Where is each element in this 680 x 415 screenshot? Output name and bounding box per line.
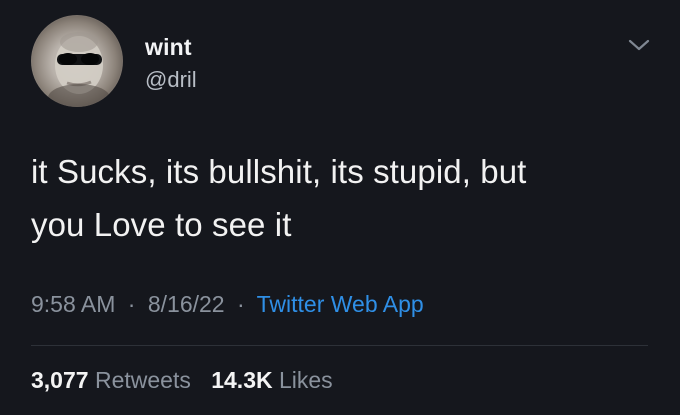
retweets-stat[interactable]: 3,077 Retweets xyxy=(31,367,197,393)
engagement-stats: 3,077 Retweets 14.3K Likes xyxy=(31,367,333,394)
likes-count: 14.3K xyxy=(211,367,273,393)
meta-separator-1: · xyxy=(127,291,136,317)
display-name[interactable]: wint xyxy=(145,34,192,61)
meta-separator-2: · xyxy=(236,291,245,317)
tweet-card: wint @dril it Sucks, its bullshit, its s… xyxy=(0,0,680,415)
retweets-label: Retweets xyxy=(94,367,191,393)
avatar-portrait-icon xyxy=(48,32,110,107)
tweet-source-link[interactable]: Twitter Web App xyxy=(257,291,424,317)
tweet-time[interactable]: 9:58 AM xyxy=(31,291,115,317)
likes-stat[interactable]: 14.3K Likes xyxy=(211,367,332,393)
likes-label: Likes xyxy=(278,367,333,393)
divider xyxy=(31,345,648,346)
tweet-meta: 9:58 AM · 8/16/22 · Twitter Web App xyxy=(31,291,424,318)
tweet-text: it Sucks, its bullshit, its stupid, but … xyxy=(31,145,621,251)
chevron-down-icon[interactable] xyxy=(627,35,651,55)
user-handle[interactable]: @dril xyxy=(145,67,197,93)
tweet-line-1: it Sucks, its bullshit, its stupid, but xyxy=(31,153,527,190)
retweets-count: 3,077 xyxy=(31,367,89,393)
avatar[interactable] xyxy=(31,15,123,107)
tweet-line-2: you Love to see it xyxy=(31,206,292,243)
tweet-date[interactable]: 8/16/22 xyxy=(148,291,225,317)
